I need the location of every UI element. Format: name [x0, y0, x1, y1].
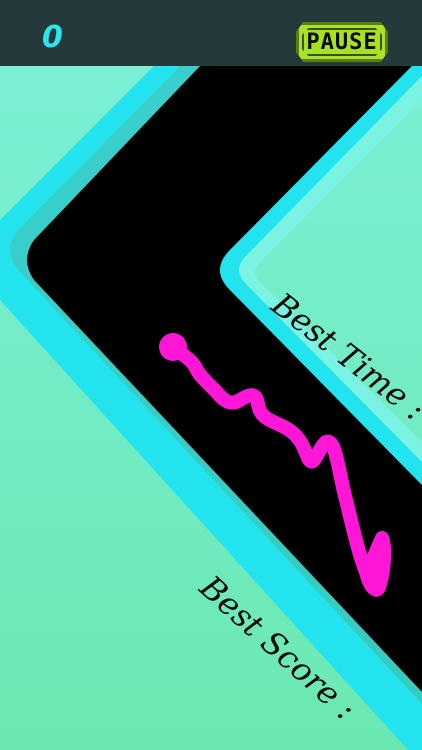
snake-head[interactable]: [159, 333, 187, 361]
current-score: 0: [42, 20, 63, 55]
pause-button[interactable]: PAUSE: [296, 22, 388, 62]
pause-button-label: PAUSE: [306, 29, 378, 55]
